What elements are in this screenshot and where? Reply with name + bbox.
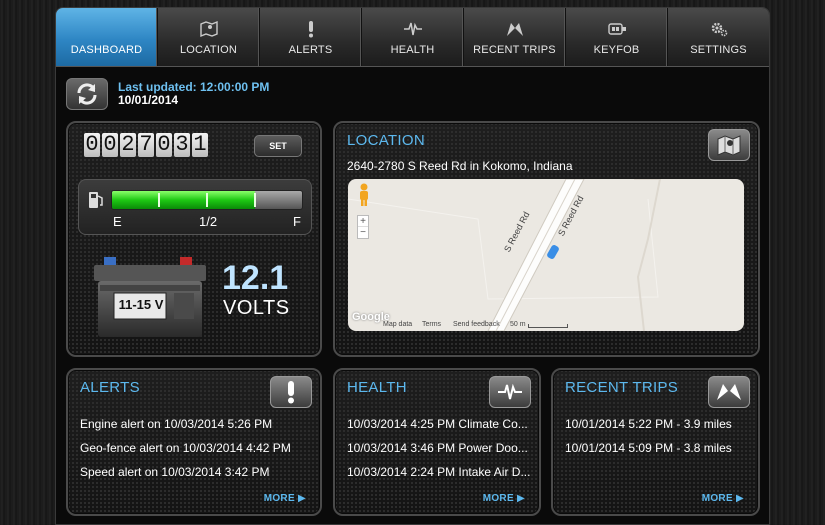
- odometer-digit: 7: [138, 132, 154, 157]
- gear-icon: [709, 20, 729, 38]
- list-item[interactable]: Geo-fence alert on 10/03/2014 4:42 PM: [80, 436, 291, 460]
- trips-icon: [717, 384, 741, 400]
- location-title: LOCATION: [347, 132, 425, 149]
- map-icon: [717, 135, 741, 156]
- alerts-button[interactable]: [270, 376, 312, 408]
- battery-range-label: 11-15 V: [118, 297, 164, 312]
- recent-trips-panel: RECENT TRIPS 10/01/2014 5:22 PM - 3.9 mi…: [551, 368, 760, 516]
- odometer-digit: 2: [120, 132, 136, 157]
- trips-icon: [505, 20, 525, 38]
- exclamation-icon: [301, 20, 321, 38]
- main-nav: DASHBOARD LOCATION ALERTS HEALTH RECENT …: [56, 8, 769, 67]
- fuel-level-bar: [111, 190, 303, 210]
- location-map[interactable]: S Reed Rd S Reed Rd + − Google Map data …: [348, 179, 744, 331]
- app-window: DASHBOARD LOCATION ALERTS HEALTH RECENT …: [55, 7, 770, 525]
- alerts-title: ALERTS: [80, 379, 140, 396]
- recent-trips-title: RECENT TRIPS: [565, 379, 679, 396]
- health-button[interactable]: [489, 376, 531, 408]
- tab-label: DASHBOARD: [70, 44, 143, 56]
- keyfob-icon: [607, 20, 627, 38]
- pulse-icon: [498, 383, 522, 400]
- map-scale-label: 50 m: [510, 321, 526, 328]
- refresh-icon: [77, 83, 97, 105]
- map-zoom-in-button[interactable]: +: [358, 216, 368, 227]
- tab-settings[interactable]: SETTINGS: [668, 8, 769, 66]
- health-list: 10/03/2014 4:25 PM Climate Co... 10/03/2…: [347, 412, 530, 484]
- alerts-more-link[interactable]: MORE ▶: [264, 493, 306, 504]
- map-icon: [199, 20, 219, 38]
- battery-icon: [94, 257, 206, 337]
- list-item[interactable]: 10/01/2014 5:09 PM - 3.8 miles: [565, 436, 732, 460]
- list-item[interactable]: Engine alert on 10/03/2014 5:26 PM: [80, 412, 291, 436]
- fuel-tick: [206, 193, 208, 207]
- street-view-pegman-icon[interactable]: [357, 183, 371, 207]
- battery-voltage: 12.1: [222, 259, 289, 297]
- tab-location[interactable]: LOCATION: [158, 8, 260, 66]
- tab-alerts[interactable]: ALERTS: [260, 8, 362, 66]
- health-title: HEALTH: [347, 379, 407, 396]
- tab-label: ALERTS: [288, 44, 333, 56]
- fuel-tick: [254, 193, 256, 207]
- map-terms-link[interactable]: Terms: [422, 321, 441, 328]
- last-updated-date: 10/01/2014: [118, 93, 179, 107]
- fuel-gauge: E 1/2 F: [78, 179, 312, 235]
- list-item[interactable]: 10/03/2014 2:24 PM Intake Air D...: [347, 460, 530, 484]
- pulse-icon: [403, 20, 423, 38]
- fuel-empty-label: E: [113, 214, 122, 229]
- map-roads: [348, 179, 662, 331]
- last-updated-bar: Last updated: 12:00:00 PM 10/01/2014: [66, 78, 269, 110]
- list-item[interactable]: 10/01/2014 5:22 PM - 3.9 miles: [565, 412, 732, 436]
- location-panel: LOCATION 2640-2780 S Reed Rd in Kokomo, …: [333, 121, 760, 357]
- location-map-button[interactable]: [708, 129, 750, 161]
- vehicle-panel: 0027031 SET E 1/2 F 11-15 V 12.1 VOLTS: [66, 121, 322, 357]
- odometer: 0027031: [84, 133, 210, 157]
- tab-label: RECENT TRIPS: [473, 44, 556, 56]
- set-odometer-button[interactable]: SET: [254, 135, 302, 157]
- map-zoom-control: + −: [357, 215, 369, 239]
- tab-label: KEYFOB: [593, 44, 640, 56]
- odometer-digit: 0: [156, 132, 172, 157]
- odometer-digit: 0: [102, 132, 118, 157]
- recent-trips-button[interactable]: [708, 376, 750, 408]
- tab-recent-trips[interactable]: RECENT TRIPS: [464, 8, 566, 66]
- odometer-digit: 0: [84, 132, 100, 157]
- odometer-digit: 1: [192, 132, 208, 157]
- fuel-level-fill: [112, 191, 255, 209]
- tab-label: HEALTH: [390, 44, 435, 56]
- tab-dashboard[interactable]: DASHBOARD: [56, 8, 158, 66]
- list-item[interactable]: 10/03/2014 4:25 PM Climate Co...: [347, 412, 530, 436]
- fuel-half-label: 1/2: [199, 214, 218, 229]
- fuel-full-label: F: [293, 214, 301, 229]
- health-more-link[interactable]: MORE ▶: [483, 493, 525, 504]
- alerts-list: Engine alert on 10/03/2014 5:26 PM Geo-f…: [80, 412, 291, 484]
- list-item[interactable]: Speed alert on 10/03/2014 3:42 PM: [80, 460, 291, 484]
- map-scale-bar: [528, 324, 568, 328]
- alerts-panel: ALERTS Engine alert on 10/03/2014 5:26 P…: [66, 368, 322, 516]
- list-item[interactable]: 10/03/2014 3:46 PM Power Doo...: [347, 436, 530, 460]
- location-address: 2640-2780 S Reed Rd in Kokomo, Indiana: [347, 159, 573, 173]
- exclamation-icon: [288, 381, 294, 404]
- tab-health[interactable]: HEALTH: [362, 8, 464, 66]
- tab-label: LOCATION: [179, 44, 237, 56]
- tab-keyfob[interactable]: KEYFOB: [566, 8, 668, 66]
- health-panel: HEALTH 10/03/2014 4:25 PM Climate Co... …: [333, 368, 541, 516]
- fuel-tick: [158, 193, 160, 207]
- recent-trips-list: 10/01/2014 5:22 PM - 3.9 miles 10/01/201…: [565, 412, 732, 460]
- fuel-pump-icon: [89, 192, 103, 208]
- map-data-link[interactable]: Map data: [383, 321, 412, 328]
- map-zoom-out-button[interactable]: −: [358, 227, 368, 238]
- refresh-button[interactable]: [66, 78, 108, 110]
- dashboard-icon: [97, 20, 117, 38]
- recent-trips-more-link[interactable]: MORE ▶: [702, 493, 744, 504]
- map-feedback-link[interactable]: Send feedback: [453, 321, 500, 328]
- odometer-digit: 3: [174, 132, 190, 157]
- battery-voltage-unit: VOLTS: [223, 297, 290, 319]
- tab-label: SETTINGS: [690, 44, 747, 56]
